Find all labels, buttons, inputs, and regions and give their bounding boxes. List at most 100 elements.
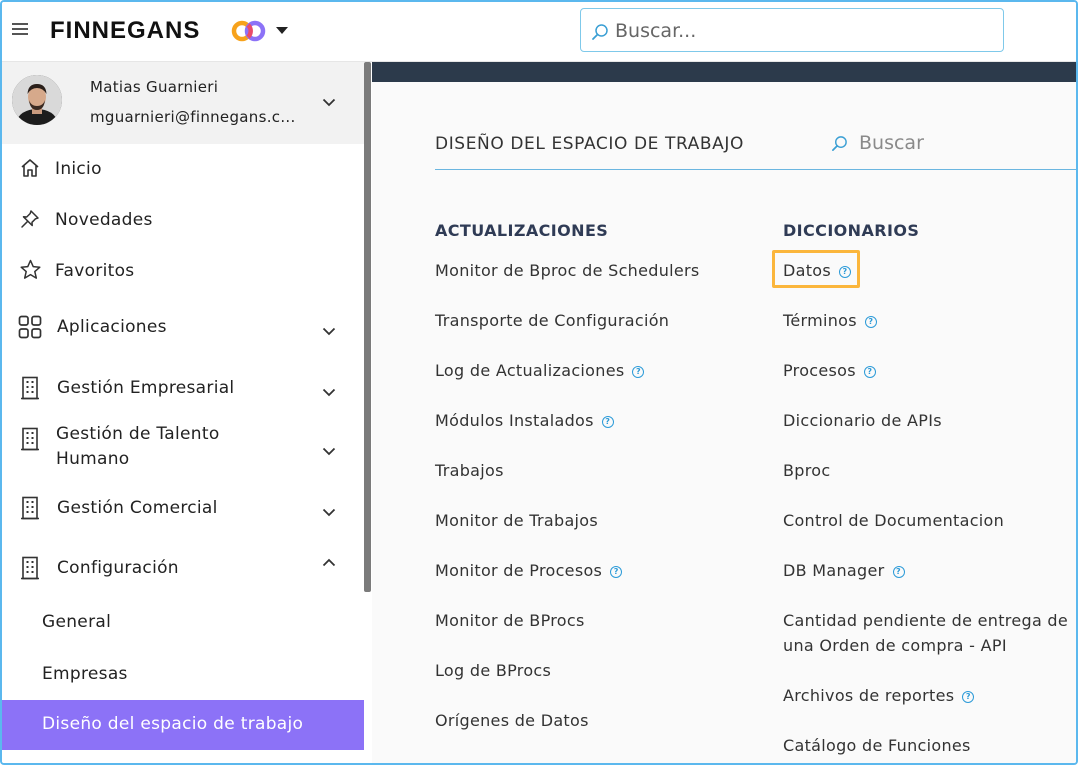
sidebar-item-novedades[interactable]: Novedades: [2, 205, 364, 237]
main-content: DISEÑO DEL ESPACIO DE TRABAJO ACTUALIZAC…: [372, 62, 1076, 763]
hamburger-menu-icon[interactable]: [12, 23, 28, 35]
sidebar-item-label: Aplicaciones: [57, 317, 167, 337]
link-label: Monitor de Trabajos: [435, 511, 599, 530]
link-db-manager[interactable]: DB Manager?: [783, 558, 905, 583]
sidebar-item-label: Gestión Comercial: [57, 498, 218, 518]
sidebar-item-label: Configuración: [57, 558, 179, 578]
link-log-de-bprocs[interactable]: Log de BProcs: [435, 658, 551, 683]
user-name: Matias Guarnieri: [90, 78, 219, 96]
sidebar-item-label: Favoritos: [55, 261, 135, 281]
sidebar-item-label: Gestión Empresarial: [57, 378, 235, 398]
link-label: Monitor de BProcs: [435, 611, 585, 630]
sidebar-subitem-label: Empresas: [42, 664, 128, 684]
link-label: Trabajos: [435, 461, 504, 480]
sidebar-subitem-general[interactable]: General: [2, 598, 364, 648]
link-label: Catálogo de Funciones: [783, 736, 971, 755]
link-trabajos[interactable]: Trabajos: [435, 458, 504, 483]
sidebar-item-gestion-empresarial[interactable]: Gestión Empresarial: [2, 370, 364, 406]
link-modulos-instalados[interactable]: Módulos Instalados?: [435, 408, 614, 433]
search-icon: [592, 24, 608, 40]
search-icon: [832, 136, 847, 151]
sidebar-item-label: Inicio: [55, 159, 102, 179]
sidebar-subitem-empresas[interactable]: Empresas: [2, 650, 364, 700]
focus-highlight: [772, 250, 860, 288]
link-monitor-de-bprocs[interactable]: Monitor de BProcs: [435, 608, 585, 633]
link-archivos-de-reportes[interactable]: Archivos de reportes?: [783, 683, 975, 708]
link-procesos[interactable]: Procesos?: [783, 358, 876, 383]
section-heading-diccionarios: DICCIONARIOS: [783, 221, 920, 240]
sidebar-subitem-diseno-espacio-trabajo[interactable]: Diseño del espacio de trabajo: [2, 700, 364, 750]
building-icon: [21, 376, 39, 400]
help-icon[interactable]: ?: [962, 691, 975, 703]
link-log-de-actualizaciones[interactable]: Log de Actualizaciones?: [435, 358, 645, 383]
help-icon[interactable]: ?: [892, 566, 905, 578]
sidebar-item-label: Novedades: [55, 210, 153, 230]
link-label: Procesos: [783, 361, 856, 380]
building-icon: [21, 496, 39, 520]
sidebar-item-configuracion[interactable]: Configuración: [2, 550, 364, 586]
brand-logo-icon: [231, 20, 266, 42]
help-icon[interactable]: ?: [864, 316, 877, 328]
home-icon: [21, 159, 39, 177]
link-label: Archivos de reportes: [783, 686, 955, 705]
chevron-down-icon[interactable]: [322, 447, 336, 456]
brand-name[interactable]: FINNEGANS: [50, 17, 200, 45]
link-label: Log de Actualizaciones: [435, 361, 625, 380]
pin-icon: [21, 210, 39, 228]
help-icon[interactable]: ?: [632, 366, 645, 378]
link-monitor-de-bproc-de-schedulers[interactable]: Monitor de Bproc de Schedulers: [435, 258, 700, 283]
sidebar-item-inicio[interactable]: Inicio: [2, 154, 364, 186]
link-label: Monitor de Bproc de Schedulers: [435, 261, 700, 280]
chevron-down-icon[interactable]: [322, 508, 336, 517]
link-monitor-de-procesos[interactable]: Monitor de Procesos?: [435, 558, 623, 583]
sidebar-item-gestion-talento-humano[interactable]: Gestión de Talento Humano: [2, 422, 364, 476]
link-label: Cantidad pendiente de entrega de una Ord…: [783, 611, 1069, 655]
link-bproc[interactable]: Bproc: [783, 458, 830, 483]
link-monitor-de-trabajos[interactable]: Monitor de Trabajos: [435, 508, 598, 533]
link-diccionario-de-apis[interactable]: Diccionario de APIs: [783, 408, 942, 433]
sidebar-item-favoritos[interactable]: Favoritos: [2, 256, 364, 288]
help-icon[interactable]: ?: [601, 416, 614, 428]
apps-grid-icon: [18, 315, 42, 339]
help-icon[interactable]: ?: [863, 366, 876, 378]
app-window: FINNEGANS Buscar... Matias Guarnieri mgu…: [0, 0, 1078, 765]
page-title: DISEÑO DEL ESPACIO DE TRABAJO: [435, 134, 744, 154]
workspace-search-input[interactable]: [859, 132, 1069, 154]
user-profile[interactable]: Matias Guarnieri mguarnieri@finnegans.c.…: [2, 62, 364, 144]
sidebar: Matias Guarnieri mguarnieri@finnegans.c.…: [2, 62, 372, 763]
sidebar-item-gestion-comercial[interactable]: Gestión Comercial: [2, 490, 364, 526]
building-icon: [21, 427, 39, 451]
sidebar-scrollbar[interactable]: [364, 62, 371, 592]
link-label: Transporte de Configuración: [435, 311, 670, 330]
building-icon: [21, 556, 39, 580]
global-search[interactable]: [580, 8, 1004, 52]
chevron-down-icon[interactable]: [322, 388, 336, 397]
link-control-de-documentacion[interactable]: Control de Documentacion: [783, 508, 1004, 533]
sidebar-subitem-label: General: [42, 612, 112, 632]
link-terminos[interactable]: Términos?: [783, 308, 877, 333]
link-label: Control de Documentacion: [783, 511, 1005, 530]
top-bar: FINNEGANS: [2, 2, 1076, 62]
link-label: Módulos Instalados: [435, 411, 594, 430]
sidebar-item-aplicaciones[interactable]: Aplicaciones: [2, 309, 364, 345]
chevron-down-icon[interactable]: [322, 327, 336, 336]
link-label: Orígenes de Datos: [435, 711, 589, 730]
sidebar-subitem-label: Diseño del espacio de trabajo: [42, 714, 304, 734]
link-label: Diccionario de APIs: [783, 411, 942, 430]
user-email: mguarnieri@finnegans.c...: [90, 108, 296, 126]
help-icon[interactable]: ?: [610, 566, 623, 578]
brand-dropdown-caret-icon[interactable]: [276, 27, 288, 34]
global-search-input[interactable]: [615, 17, 995, 45]
link-label: DB Manager: [783, 561, 885, 580]
chevron-down-icon[interactable]: [322, 98, 336, 107]
chevron-up-icon[interactable]: [322, 558, 336, 567]
link-origenes-de-datos[interactable]: Orígenes de Datos: [435, 708, 589, 733]
avatar: [12, 75, 62, 125]
link-transporte-de-configuracion[interactable]: Transporte de Configuración: [435, 308, 669, 333]
title-divider: [435, 169, 1076, 170]
link-cantidad-pendiente-de-entrega-de-una-orden-de-compra-api[interactable]: Cantidad pendiente de entrega de una Ord…: [783, 608, 1076, 658]
link-label: Monitor de Procesos: [435, 561, 603, 580]
sidebar-item-label-line2: Humano: [56, 449, 130, 469]
section-heading-actualizaciones: ACTUALIZACIONES: [435, 221, 609, 240]
link-catalogo-de-funciones[interactable]: Catálogo de Funciones: [783, 733, 971, 758]
